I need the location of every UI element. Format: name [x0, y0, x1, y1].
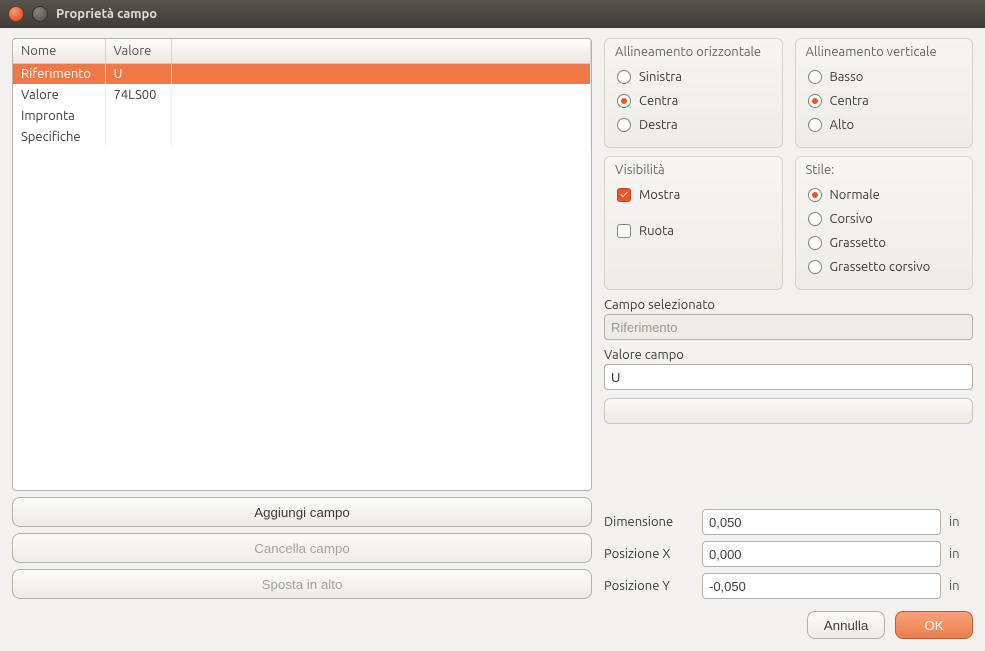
- checkbox-icon: [617, 224, 631, 238]
- show-checkbox[interactable]: Mostra: [615, 183, 772, 207]
- cell-name: Valore: [13, 84, 105, 105]
- cancel-button[interactable]: Annulla: [807, 611, 885, 639]
- radio-icon: [808, 118, 822, 132]
- posx-label: Posizione X: [604, 547, 694, 561]
- field-value-input[interactable]: [604, 364, 973, 390]
- move-up-button[interactable]: Sposta in alto: [12, 569, 592, 599]
- cell-value: [105, 105, 171, 126]
- cell-name: Specifiche: [13, 126, 105, 147]
- radio-icon: [808, 236, 822, 250]
- table-row[interactable]: Specifiche: [13, 126, 591, 147]
- size-input[interactable]: [702, 509, 941, 535]
- visibility-title: Visibilità: [615, 163, 772, 177]
- window-title: Proprietà campo: [56, 7, 157, 21]
- cell-value: [105, 126, 171, 147]
- fields-table[interactable]: Nome Valore Riferimento U Valore: [12, 38, 592, 491]
- style-panel: Stile: Normale Corsivo Grassetto Grasset…: [795, 156, 974, 290]
- ok-button[interactable]: OK: [895, 611, 973, 639]
- size-label: Dimensione: [604, 515, 694, 529]
- field-value-label: Valore campo: [604, 348, 973, 362]
- col-header-value[interactable]: Valore: [105, 39, 171, 63]
- valign-title: Allineamento verticale: [806, 45, 963, 59]
- style-title: Stile:: [806, 163, 963, 177]
- cell-value: 74LS00: [105, 84, 171, 105]
- posx-unit: in: [949, 547, 973, 561]
- titlebar: Proprietà campo: [0, 0, 985, 28]
- cell-name: Impronta: [13, 105, 105, 126]
- halign-center[interactable]: Centra: [615, 89, 772, 113]
- col-header-name[interactable]: Nome: [13, 39, 105, 63]
- size-unit: in: [949, 515, 973, 529]
- radio-icon: [808, 260, 822, 274]
- radio-icon: [808, 212, 822, 226]
- checkbox-icon: [617, 188, 631, 202]
- halign-panel: Allineamento orizzontale Sinistra Centra…: [604, 38, 783, 148]
- posx-input[interactable]: [702, 541, 941, 567]
- minimize-icon[interactable]: [32, 6, 48, 22]
- cell-value: U: [105, 63, 171, 84]
- halign-right[interactable]: Destra: [615, 113, 772, 137]
- radio-icon: [617, 118, 631, 132]
- rotate-checkbox[interactable]: Ruota: [615, 219, 772, 243]
- table-row[interactable]: Riferimento U: [13, 63, 591, 84]
- radio-icon: [808, 70, 822, 84]
- radio-icon: [617, 94, 631, 108]
- style-bold[interactable]: Grassetto: [806, 231, 963, 255]
- radio-icon: [808, 188, 822, 202]
- valign-bottom[interactable]: Basso: [806, 65, 963, 89]
- field-selected-label: Campo selezionato: [604, 298, 973, 312]
- valign-center[interactable]: Centra: [806, 89, 963, 113]
- browse-button[interactable]: [604, 398, 973, 424]
- table-row[interactable]: Impronta: [13, 105, 591, 126]
- dialog-content: Nome Valore Riferimento U Valore: [0, 28, 985, 651]
- field-selected-input: [604, 314, 973, 340]
- posy-unit: in: [949, 579, 973, 593]
- dimensions-grid: Dimensione in Posizione X in Posizione Y…: [604, 509, 973, 599]
- style-normal[interactable]: Normale: [806, 183, 963, 207]
- valign-top[interactable]: Alto: [806, 113, 963, 137]
- posy-label: Posizione Y: [604, 579, 694, 593]
- style-bolditalic[interactable]: Grassetto corsivo: [806, 255, 963, 279]
- halign-title: Allineamento orizzontale: [615, 45, 772, 59]
- radio-icon: [617, 70, 631, 84]
- radio-icon: [808, 94, 822, 108]
- dialog-footer: Annulla OK: [12, 607, 973, 639]
- posy-input[interactable]: [702, 573, 941, 599]
- add-field-button[interactable]: Aggiungi campo: [12, 497, 592, 527]
- halign-left[interactable]: Sinistra: [615, 65, 772, 89]
- col-header-blank: [171, 39, 591, 63]
- valign-panel: Allineamento verticale Basso Centra Alto: [795, 38, 974, 148]
- table-row[interactable]: Valore 74LS00: [13, 84, 591, 105]
- close-icon[interactable]: [8, 6, 24, 22]
- style-italic[interactable]: Corsivo: [806, 207, 963, 231]
- cell-name: Riferimento: [13, 63, 105, 84]
- visibility-panel: Visibilità Mostra Ruota: [604, 156, 783, 290]
- delete-field-button[interactable]: Cancella campo: [12, 533, 592, 563]
